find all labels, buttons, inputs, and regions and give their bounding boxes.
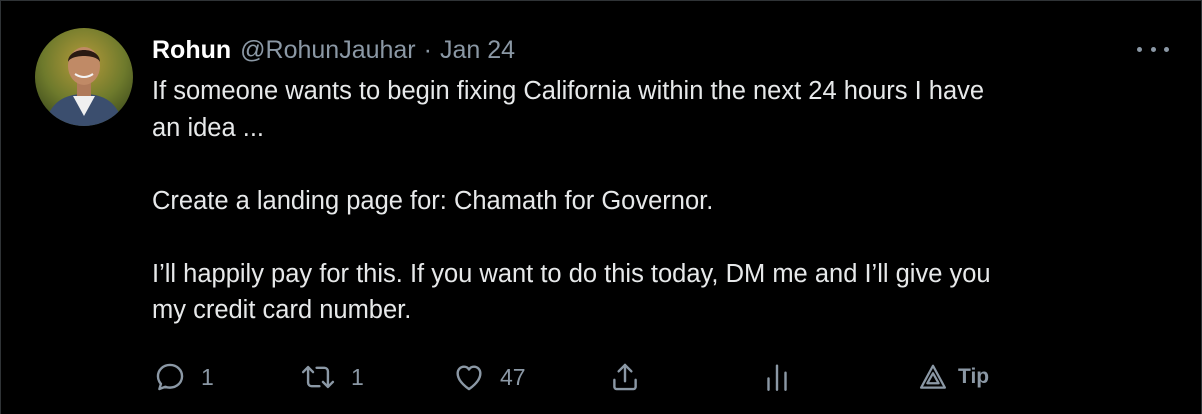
author-handle[interactable]: @RohunJauhar [240, 36, 416, 65]
analytics-button[interactable] [762, 358, 792, 396]
tip-label: Tip [958, 365, 990, 388]
tweet-header: Rohun @RohunJauhar · Jan 24 [152, 34, 515, 66]
retweet-icon [299, 360, 337, 394]
retweet-button[interactable]: 1 [299, 358, 364, 396]
tweet-line: If someone wants to begin fixing Califor… [152, 77, 985, 105]
tweet-line: I’ll happily pay for this. If you want t… [152, 259, 991, 288]
tweet-date[interactable]: Jan 24 [440, 36, 515, 65]
analytics-icon [762, 360, 792, 394]
reply-button[interactable]: 1 [153, 358, 214, 396]
action-bar: 1 1 47 Tip [153, 358, 1053, 396]
share-button[interactable] [608, 358, 642, 396]
more-icon[interactable] [1137, 38, 1169, 60]
avatar[interactable] [35, 28, 133, 126]
tweet-text: If someone wants to begin fixing Califor… [152, 73, 1182, 329]
reply-count: 1 [201, 363, 214, 390]
author-name[interactable]: Rohun [152, 36, 231, 65]
share-icon [608, 360, 642, 394]
tweet-line: an idea ... [152, 113, 264, 142]
tip-button[interactable]: Tip [918, 358, 989, 396]
reply-icon [153, 360, 187, 394]
tip-icon [918, 362, 948, 392]
tweet-line: my credit card number. [152, 296, 412, 324]
header-separator: · [423, 35, 432, 64]
retweet-count: 1 [351, 363, 364, 390]
heart-icon [452, 360, 486, 394]
like-button[interactable]: 47 [452, 358, 526, 396]
like-count: 47 [500, 363, 526, 390]
tweet-line: Create a landing page for: Chamath for G… [152, 186, 714, 215]
tweet[interactable]: Rohun @RohunJauhar · Jan 24 If someone w… [0, 0, 1202, 414]
